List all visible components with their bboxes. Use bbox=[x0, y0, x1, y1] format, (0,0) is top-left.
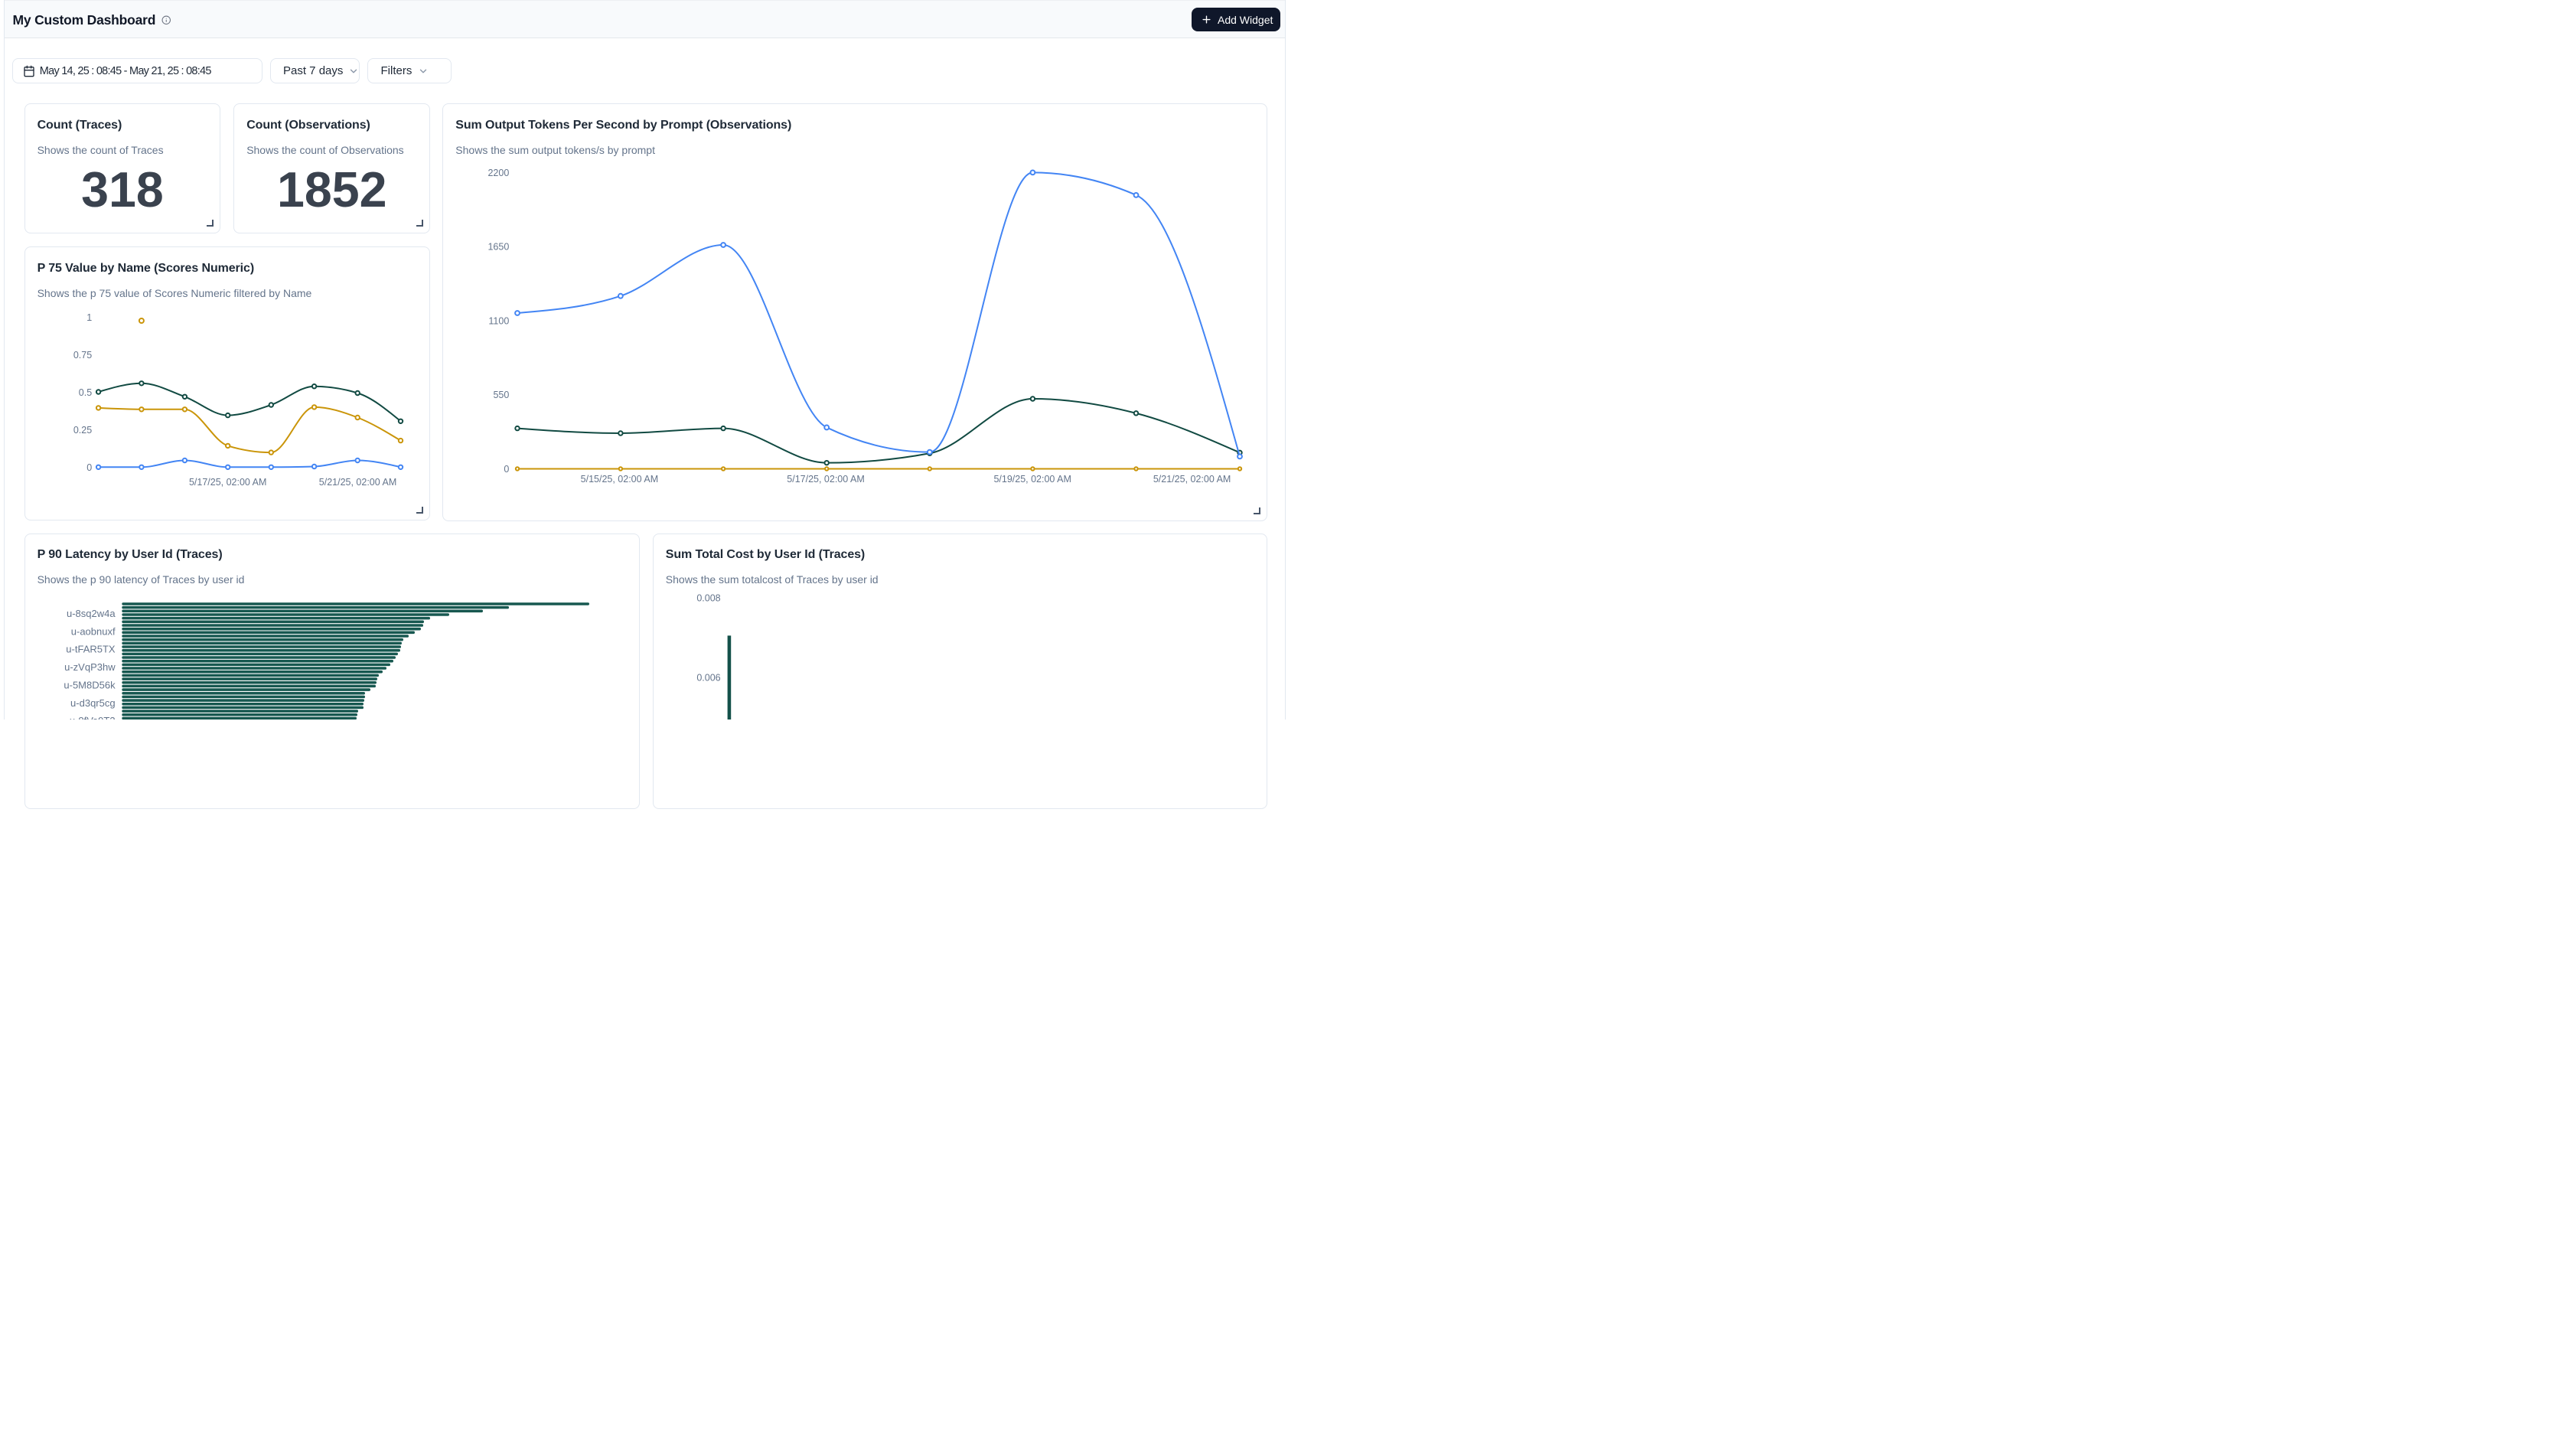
svg-text:u-zVqP3hw: u-zVqP3hw bbox=[64, 661, 116, 673]
svg-text:0: 0 bbox=[86, 462, 92, 473]
svg-text:0.008: 0.008 bbox=[696, 593, 720, 604]
svg-text:0.5: 0.5 bbox=[79, 387, 92, 398]
svg-text:1100: 1100 bbox=[488, 315, 509, 326]
svg-text:2200: 2200 bbox=[487, 168, 509, 178]
svg-text:0.006: 0.006 bbox=[696, 672, 720, 683]
svg-text:0: 0 bbox=[504, 464, 509, 475]
svg-text:5/21/25, 02:00 AM: 5/21/25, 02:00 AM bbox=[1153, 474, 1231, 485]
svg-text:u-tFAR5TX: u-tFAR5TX bbox=[66, 644, 116, 655]
svg-text:u-5M8D56k: u-5M8D56k bbox=[64, 679, 116, 690]
svg-text:5/17/25, 02:00 AM: 5/17/25, 02:00 AM bbox=[787, 474, 864, 485]
svg-text:5/15/25, 02:00 AM: 5/15/25, 02:00 AM bbox=[581, 474, 658, 485]
svg-text:550: 550 bbox=[493, 390, 509, 400]
svg-text:u-d3qr5cg: u-d3qr5cg bbox=[70, 697, 116, 709]
svg-text:0.75: 0.75 bbox=[73, 350, 92, 361]
svg-text:u-aobnuxf: u-aobnuxf bbox=[71, 625, 116, 637]
svg-text:1: 1 bbox=[86, 312, 92, 323]
svg-text:u-8sq2w4a: u-8sq2w4a bbox=[67, 608, 116, 619]
svg-text:5/21/25, 02:00 AM: 5/21/25, 02:00 AM bbox=[319, 477, 396, 488]
svg-text:u-8fVa9T3: u-8fVa9T3 bbox=[70, 715, 116, 720]
svg-text:0.25: 0.25 bbox=[73, 425, 92, 436]
svg-text:1650: 1650 bbox=[487, 242, 509, 253]
svg-text:5/17/25, 02:00 AM: 5/17/25, 02:00 AM bbox=[189, 477, 266, 488]
svg-text:5/19/25, 02:00 AM: 5/19/25, 02:00 AM bbox=[993, 474, 1071, 485]
